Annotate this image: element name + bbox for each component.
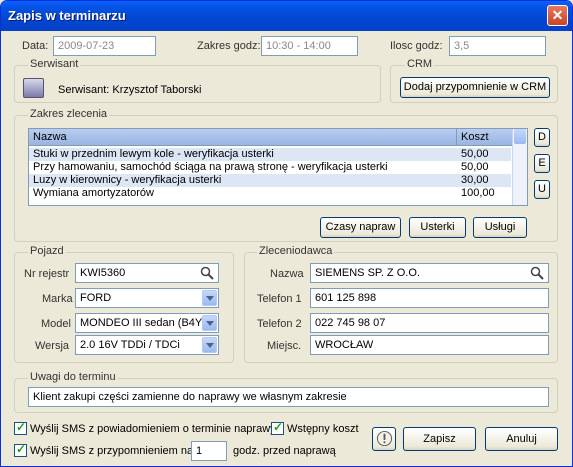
zakres-zlecenia-legend: Zakres zlecenia: [28, 108, 110, 120]
row-cost: 50,00: [461, 161, 489, 173]
model-value: MONDEO III sedan (B4Y): [80, 317, 206, 329]
row-cost: 50,00: [461, 148, 489, 160]
miejscowosc-field[interactable]: WROCŁAW: [310, 335, 549, 355]
sms-powiadomienie-label: Wyślij SMS z powiadomieniem o terminie n…: [30, 423, 276, 435]
close-button[interactable]: ✕: [547, 5, 568, 26]
ilosc-godz-label: Ilosc godz:: [390, 40, 443, 52]
table-scrollbar[interactable]: [512, 129, 527, 205]
data-field[interactable]: 2009-07-23: [53, 36, 156, 56]
wstepny-koszt-label: Wstępny koszt: [287, 423, 359, 435]
warning-icon: [376, 430, 393, 447]
side-button-e[interactable]: E: [534, 154, 550, 173]
marka-value: FORD: [80, 292, 112, 304]
model-label: Model: [41, 318, 71, 330]
window-title: Zapis w terminarzu: [8, 8, 126, 23]
sms-powiadomienie-checkbox[interactable]: [14, 420, 27, 435]
column-koszt[interactable]: Koszt: [461, 131, 489, 143]
marka-label: Marka: [42, 293, 73, 305]
serwisant-select-button[interactable]: [23, 78, 44, 98]
anuluj-button[interactable]: Anuluj: [485, 427, 558, 451]
nr-rejestr-label: Nr rejestr: [24, 268, 70, 280]
uwagi-legend: Uwagi do terminu: [28, 371, 118, 383]
nazwa-value: SIEMENS SP. Z O.O.: [315, 267, 420, 279]
hours-suffix-label: godz. przed naprawą: [233, 445, 336, 457]
serwisant-name: Serwisant: Krzysztof Taborski: [58, 84, 202, 96]
wersja-select[interactable]: 2.0 16V TDDi / TDCi: [75, 335, 219, 355]
wersja-value: 2.0 16V TDDi / TDCi: [80, 339, 180, 351]
wstepny-koszt-checkbox[interactable]: [271, 420, 284, 435]
table-header: Nazwa Koszt: [29, 129, 527, 146]
nazwa-label: Nazwa: [270, 268, 304, 280]
crm-legend: CRM: [405, 58, 435, 70]
title-bar[interactable]: Zapis w terminarzu ✕: [1, 1, 572, 31]
row-cost: 100,00: [461, 187, 495, 199]
zleceniodawca-legend: Zleceniodawca: [257, 245, 335, 257]
table-body: Stuki w przednim lewym kole - weryfikacj…: [29, 148, 511, 200]
dodaj-przypomnienie-crm-button[interactable]: Dodaj przypomnienie w CRM: [400, 77, 550, 98]
scroll-up-button[interactable]: [514, 129, 526, 144]
search-icon[interactable]: [530, 266, 544, 280]
wersja-label: Wersja: [35, 340, 70, 352]
sms-przypomnienie-checkbox[interactable]: [14, 442, 27, 457]
zapisz-button[interactable]: Zapisz: [403, 427, 476, 451]
chevron-down-icon[interactable]: [202, 290, 217, 306]
side-button-d[interactable]: D: [534, 128, 550, 147]
table-row[interactable]: Przy hamowaniu, samochód ściąga na prawą…: [29, 161, 511, 174]
row-name: Stuki w przednim lewym kole - weryfikacj…: [33, 148, 274, 160]
table-row[interactable]: Stuki w przednim lewym kole - weryfikacj…: [29, 148, 511, 161]
serwisant-legend: Serwisant: [28, 58, 81, 70]
chevron-down-icon[interactable]: [202, 337, 217, 353]
telefon2-field[interactable]: 022 745 98 07: [310, 313, 549, 333]
row-name: Wymiana amortyzatorów: [33, 187, 154, 199]
miejsc-label: Miejsc.: [267, 340, 302, 352]
row-cost: 30,00: [461, 174, 489, 186]
dialog-window: Zapis w terminarzu ✕ Data: 2009-07-23 Za…: [0, 0, 573, 467]
czasy-napraw-button[interactable]: Czasy napraw: [320, 217, 401, 238]
ilosc-godz-field[interactable]: 3,5: [449, 36, 546, 56]
row-name: Przy hamowaniu, samochód ściąga na prawą…: [33, 161, 388, 173]
sms-przypomnienie-label: Wyślij SMS z przypomnieniem na: [30, 445, 194, 457]
nr-rejestr-value: KWI5360: [80, 267, 126, 279]
zakres-godz-label: Zakres godz:: [197, 40, 261, 52]
usterki-button[interactable]: Usterki: [409, 217, 466, 238]
table-row[interactable]: Wymiana amortyzatorów 100,00: [29, 187, 511, 200]
pojazd-legend: Pojazd: [28, 245, 66, 257]
table-row[interactable]: Luzy w kierownicy - weryfikacja usterki …: [29, 174, 511, 187]
zakres-table: Nazwa Koszt Stuki w przednim lewym kole …: [28, 128, 528, 206]
column-nazwa[interactable]: Nazwa: [33, 131, 67, 143]
chevron-down-icon[interactable]: [202, 315, 217, 331]
data-label: Data:: [22, 40, 49, 52]
hours-before-field[interactable]: 1: [191, 441, 227, 461]
row-name: Luzy w kierownicy - weryfikacja usterki: [33, 174, 222, 186]
telefon1-label: Telefon 1: [257, 293, 302, 305]
model-select[interactable]: MONDEO III sedan (B4Y): [75, 313, 219, 333]
zakres-godz-field[interactable]: 10:30 - 14:00: [261, 36, 358, 56]
side-button-u[interactable]: U: [534, 180, 550, 199]
nazwa-field[interactable]: SIEMENS SP. Z O.O.: [310, 263, 549, 283]
telefon1-field[interactable]: 601 125 898: [310, 288, 549, 308]
nr-rejestr-field[interactable]: KWI5360: [75, 263, 219, 283]
uwagi-field[interactable]: Klient zakupi części zamienne do naprawy…: [28, 387, 549, 407]
warning-button[interactable]: [372, 427, 396, 451]
uslugi-button[interactable]: Usługi: [473, 217, 527, 238]
marka-select[interactable]: FORD: [75, 288, 219, 308]
telefon2-label: Telefon 2: [257, 318, 302, 330]
search-icon[interactable]: [200, 266, 214, 280]
